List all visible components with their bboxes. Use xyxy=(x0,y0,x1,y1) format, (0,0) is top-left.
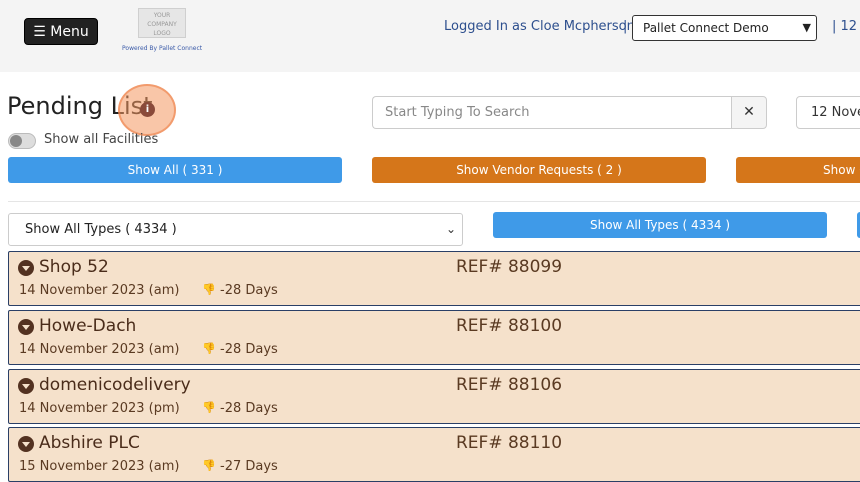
pickup-date: 15 November 2023 (am) xyxy=(19,459,180,474)
type-select-value: Show All Types ( 4334 ) xyxy=(25,222,177,237)
thumbs-down-icon: 👎 xyxy=(202,401,216,414)
search-input[interactable]: Start Typing To Search xyxy=(372,96,732,129)
toggle-label: Show all Facilities xyxy=(44,132,159,147)
pickup-date: 14 November 2023 (am) xyxy=(19,283,180,298)
show-all-facilities-toggle[interactable] xyxy=(8,133,36,149)
show-other-button[interactable]: Show C xyxy=(736,157,860,183)
chevron-down-icon: ▼ xyxy=(802,21,811,34)
powered-by-text: Powered By Pallet Connect xyxy=(122,45,203,52)
reference-number: REF# 88099 xyxy=(456,257,563,277)
pickup-date: 14 November 2023 (pm) xyxy=(19,401,180,416)
list-item[interactable]: Shop 52 14 November 2023 (am) 👎 -28 Days… xyxy=(8,251,860,306)
caret-down-circle-icon[interactable] xyxy=(18,378,34,394)
divider xyxy=(8,201,860,202)
vendor-name: Howe-Dach xyxy=(39,316,137,336)
thumbs-down-icon: 👎 xyxy=(202,459,216,472)
vendor-name: Abshire PLC xyxy=(39,433,140,453)
list-item[interactable]: Abshire PLC 15 November 2023 (am) 👎 -27 … xyxy=(8,427,860,482)
header-date: | 12 D xyxy=(832,19,860,34)
date-filter[interactable]: 12 Nove xyxy=(796,96,860,129)
reference-number: REF# 88110 xyxy=(456,433,563,453)
facility-select-value: Pallet Connect Demo xyxy=(643,21,769,35)
vendor-name: domenicodelivery xyxy=(39,375,191,395)
show-vendor-requests-button[interactable]: Show Vendor Requests ( 2 ) xyxy=(372,157,706,183)
show-all-types-button[interactable]: Show All Types ( 4334 ) xyxy=(493,212,827,238)
type-select[interactable]: Show All Types ( 4334 ) ⌄ xyxy=(8,213,463,246)
days-count: -28 Days xyxy=(220,342,278,357)
thumbs-down-icon: 👎 xyxy=(202,342,216,355)
info-icon[interactable]: i xyxy=(140,102,155,117)
show-all-button[interactable]: Show All ( 331 ) xyxy=(8,157,342,183)
pickup-date: 14 November 2023 (am) xyxy=(19,342,180,357)
chevron-down-icon: ⌄ xyxy=(445,222,456,236)
caret-down-circle-icon[interactable] xyxy=(18,319,34,335)
caret-down-circle-icon[interactable] xyxy=(18,436,34,452)
days-count: -28 Days xyxy=(220,401,278,416)
top-bar: ☰ Menu YOUR COMPANY LOGO Powered By Pall… xyxy=(0,0,860,72)
list-item[interactable]: domenicodelivery 14 November 2023 (pm) 👎… xyxy=(8,369,860,424)
facility-select[interactable]: Pallet Connect Demo ▼ xyxy=(632,15,817,41)
caret-down-circle-icon[interactable] xyxy=(18,260,34,276)
logged-in-user: Logged In as Cloe Mcpherson xyxy=(444,19,635,34)
days-count: -27 Days xyxy=(220,459,278,474)
reference-number: REF# 88100 xyxy=(456,316,563,336)
company-logo: YOUR COMPANY LOGO xyxy=(138,8,186,38)
menu-button[interactable]: ☰ Menu xyxy=(24,18,98,45)
clear-search-button[interactable]: ✕ xyxy=(731,96,767,129)
toggle-knob xyxy=(10,135,22,147)
vendor-name: Shop 52 xyxy=(39,257,109,277)
header-separator: | xyxy=(623,19,628,34)
thumbs-down-icon: 👎 xyxy=(202,283,216,296)
days-count: -28 Days xyxy=(220,283,278,298)
list-item[interactable]: Howe-Dach 14 November 2023 (am) 👎 -28 Da… xyxy=(8,310,860,365)
reference-number: REF# 88106 xyxy=(456,375,563,395)
